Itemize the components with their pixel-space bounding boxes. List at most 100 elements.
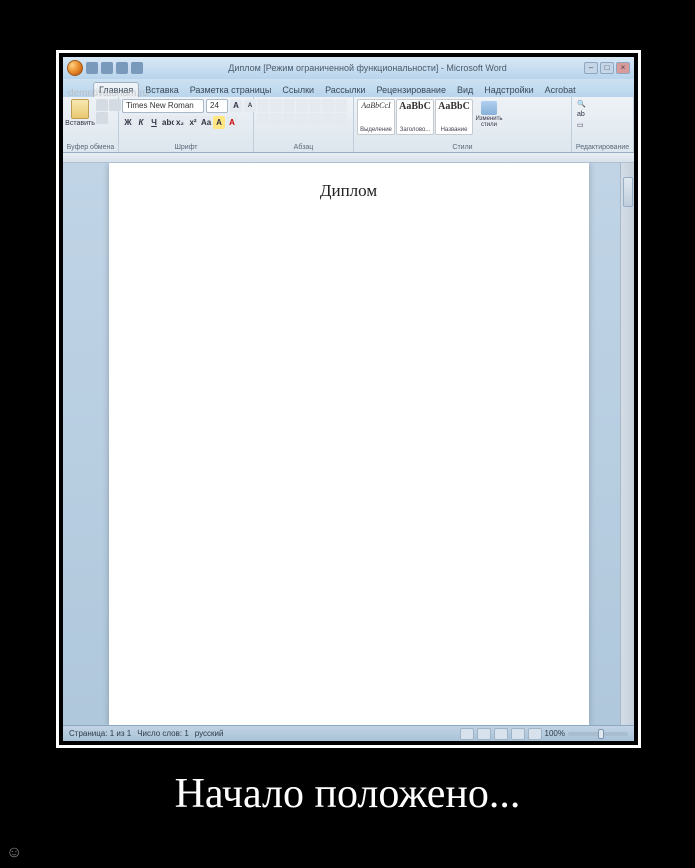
grow-font-icon[interactable]: A (230, 99, 242, 112)
paste-button[interactable]: Вставить (66, 99, 94, 127)
styles-gallery[interactable]: AaBbCcI Выделение AaBbC Заголово... AaBb… (357, 99, 504, 135)
status-page[interactable]: Страница: 1 из 1 (69, 729, 131, 738)
justify-icon[interactable] (296, 113, 308, 126)
group-clipboard-label: Буфер обмена (66, 143, 115, 151)
underline-button[interactable]: Ч (148, 116, 160, 129)
italic-button[interactable]: К (135, 116, 147, 129)
align-right-icon[interactable] (283, 113, 295, 126)
increase-indent-icon[interactable] (309, 99, 321, 112)
tab-references[interactable]: Ссылки (277, 83, 319, 97)
change-styles-button[interactable]: Изменить стили (474, 99, 504, 135)
style-preview: AaBbCcI (361, 101, 390, 110)
close-button[interactable]: × (616, 62, 630, 74)
save-icon[interactable] (86, 62, 98, 74)
scrollbar-thumb[interactable] (623, 177, 633, 207)
style-name: Заголово... (400, 127, 431, 133)
vertical-scrollbar[interactable] (620, 163, 634, 725)
cut-icon[interactable] (96, 99, 108, 111)
group-editing: 🔍 ab ▭ Редактирование (572, 97, 634, 152)
replace-button[interactable]: ab (575, 110, 588, 119)
font-color-icon[interactable]: A (226, 116, 238, 129)
ribbon: Вставить Буфер обмена Times New Roman 24 (63, 97, 634, 153)
poster-frame: Диплом [Режим ограниченной функционально… (56, 50, 641, 748)
highlight-icon[interactable]: A (213, 116, 225, 129)
style-heading[interactable]: AaBbC Заголово... (396, 99, 434, 135)
maximize-button[interactable]: □ (600, 62, 614, 74)
ruler[interactable] (63, 153, 634, 163)
word-window: Диплом [Режим ограниченной функционально… (63, 57, 634, 741)
text-effects-icon[interactable]: Aa (200, 116, 212, 129)
line-spacing-icon[interactable] (309, 113, 321, 126)
quick-access-toolbar (86, 62, 143, 74)
format-painter-icon[interactable] (96, 112, 108, 124)
document-heading: Диплом (109, 181, 589, 201)
style-preview: AaBbC (438, 101, 470, 112)
titlebar: Диплом [Режим ограниченной функционально… (63, 57, 634, 79)
group-clipboard: Вставить Буфер обмена (63, 97, 119, 152)
bullets-icon[interactable] (257, 99, 269, 112)
multilevel-icon[interactable] (283, 99, 295, 112)
borders-icon[interactable] (335, 113, 347, 126)
status-language[interactable]: русский (195, 729, 224, 738)
style-preview: AaBbC (399, 101, 431, 112)
align-left-icon[interactable] (257, 113, 269, 126)
group-editing-label: Редактирование (575, 143, 630, 151)
view-full-screen-icon[interactable] (477, 728, 491, 740)
font-name-combo[interactable]: Times New Roman (122, 99, 204, 113)
tab-review[interactable]: Рецензирование (371, 83, 451, 97)
superscript-icon[interactable]: x² (187, 116, 199, 129)
tab-addins[interactable]: Надстройки (479, 83, 538, 97)
paste-icon (71, 99, 89, 119)
group-paragraph-label: Абзац (257, 143, 350, 151)
poster-caption: Начало положено... (0, 770, 695, 818)
subscript-icon[interactable]: x₂ (174, 116, 186, 129)
change-styles-label: Изменить стили (474, 116, 504, 128)
find-button[interactable]: 🔍 (575, 99, 588, 109)
shading-icon[interactable] (322, 113, 334, 126)
tab-layout[interactable]: Разметка страницы (185, 83, 277, 97)
zoom-slider-thumb[interactable] (598, 729, 604, 739)
align-center-icon[interactable] (270, 113, 282, 126)
group-styles-label: Стили (357, 143, 568, 151)
qat-more-icon[interactable] (131, 62, 143, 74)
style-name: Название (441, 127, 468, 133)
group-paragraph: Абзац (254, 97, 354, 152)
group-font: Times New Roman 24 A A Ж К Ч abc x₂ x² A… (119, 97, 254, 152)
ribbon-tabs: Главная Вставка Разметка страницы Ссылки… (63, 79, 634, 97)
group-font-label: Шрифт (122, 143, 250, 151)
group-styles: AaBbCcI Выделение AaBbC Заголово... AaBb… (354, 97, 572, 152)
style-title[interactable]: AaBbC Название (435, 99, 473, 135)
sort-icon[interactable] (322, 99, 334, 112)
zoom-slider[interactable] (568, 732, 628, 736)
select-button[interactable]: ▭ (575, 120, 588, 130)
paste-label: Вставить (65, 120, 95, 127)
numbering-icon[interactable] (270, 99, 282, 112)
site-logo-icon: ☺ (6, 844, 22, 862)
view-outline-icon[interactable] (511, 728, 525, 740)
minimize-button[interactable]: – (584, 62, 598, 74)
status-words[interactable]: Число слов: 1 (137, 729, 189, 738)
font-size-combo[interactable]: 24 (206, 99, 228, 113)
view-draft-icon[interactable] (528, 728, 542, 740)
strikethrough-icon[interactable]: abc (161, 116, 173, 129)
window-controls: – □ × (584, 62, 630, 74)
tab-mailings[interactable]: Рассылки (320, 83, 370, 97)
document-page[interactable]: Диплом (109, 163, 589, 725)
view-print-layout-icon[interactable] (460, 728, 474, 740)
show-marks-icon[interactable] (335, 99, 347, 112)
view-web-icon[interactable] (494, 728, 508, 740)
tab-view[interactable]: Вид (452, 83, 478, 97)
style-emphasis[interactable]: AaBbCcI Выделение (357, 99, 395, 135)
bold-button[interactable]: Ж (122, 116, 134, 129)
redo-icon[interactable] (116, 62, 128, 74)
office-button[interactable] (67, 60, 83, 76)
zoom-value[interactable]: 100% (545, 729, 565, 738)
tab-home[interactable]: Главная (93, 82, 139, 97)
tab-acrobat[interactable]: Acrobat (540, 83, 581, 97)
decrease-indent-icon[interactable] (296, 99, 308, 112)
change-styles-icon (481, 101, 497, 115)
undo-icon[interactable] (101, 62, 113, 74)
statusbar: Страница: 1 из 1 Число слов: 1 русский 1… (63, 725, 634, 741)
document-area: Диплом (63, 163, 634, 725)
tab-insert[interactable]: Вставка (140, 83, 183, 97)
